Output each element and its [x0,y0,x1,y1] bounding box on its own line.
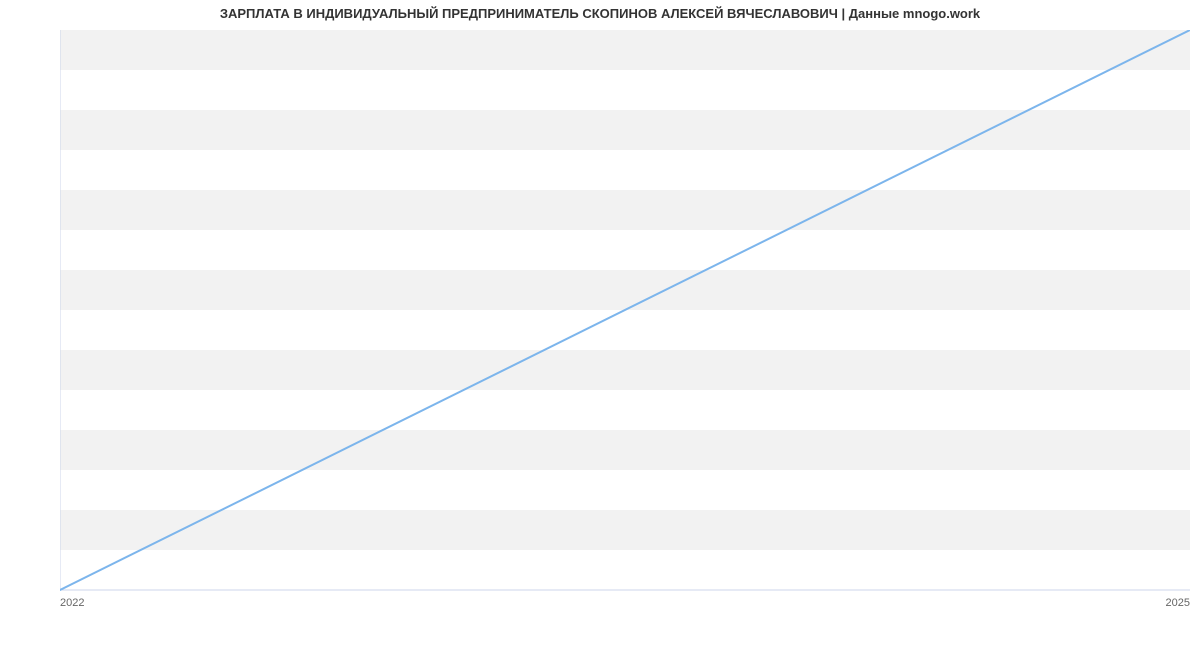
grid-band [60,510,1190,550]
grid-band [60,270,1190,310]
svg-text:2022: 2022 [60,597,84,609]
grid-band [60,110,1190,150]
grid-band [60,350,1190,390]
grid-band [60,30,1190,70]
grid-band [60,190,1190,230]
svg-text:2025: 2025 [1166,597,1190,609]
grid-band [60,430,1190,470]
chart-title: ЗАРПЛАТА В ИНДИВИДУАЛЬНЫЙ ПРЕДПРИНИМАТЕЛ… [0,6,1200,21]
x-tick: 2022 [60,597,84,609]
chart-svg: 3200034000360003800040000420004400046000… [60,30,1190,610]
plot-area: 3200034000360003800040000420004400046000… [60,30,1190,610]
chart-container: ЗАРПЛАТА В ИНДИВИДУАЛЬНЫЙ ПРЕДПРИНИМАТЕЛ… [0,0,1200,650]
x-tick: 2025 [1166,597,1190,609]
